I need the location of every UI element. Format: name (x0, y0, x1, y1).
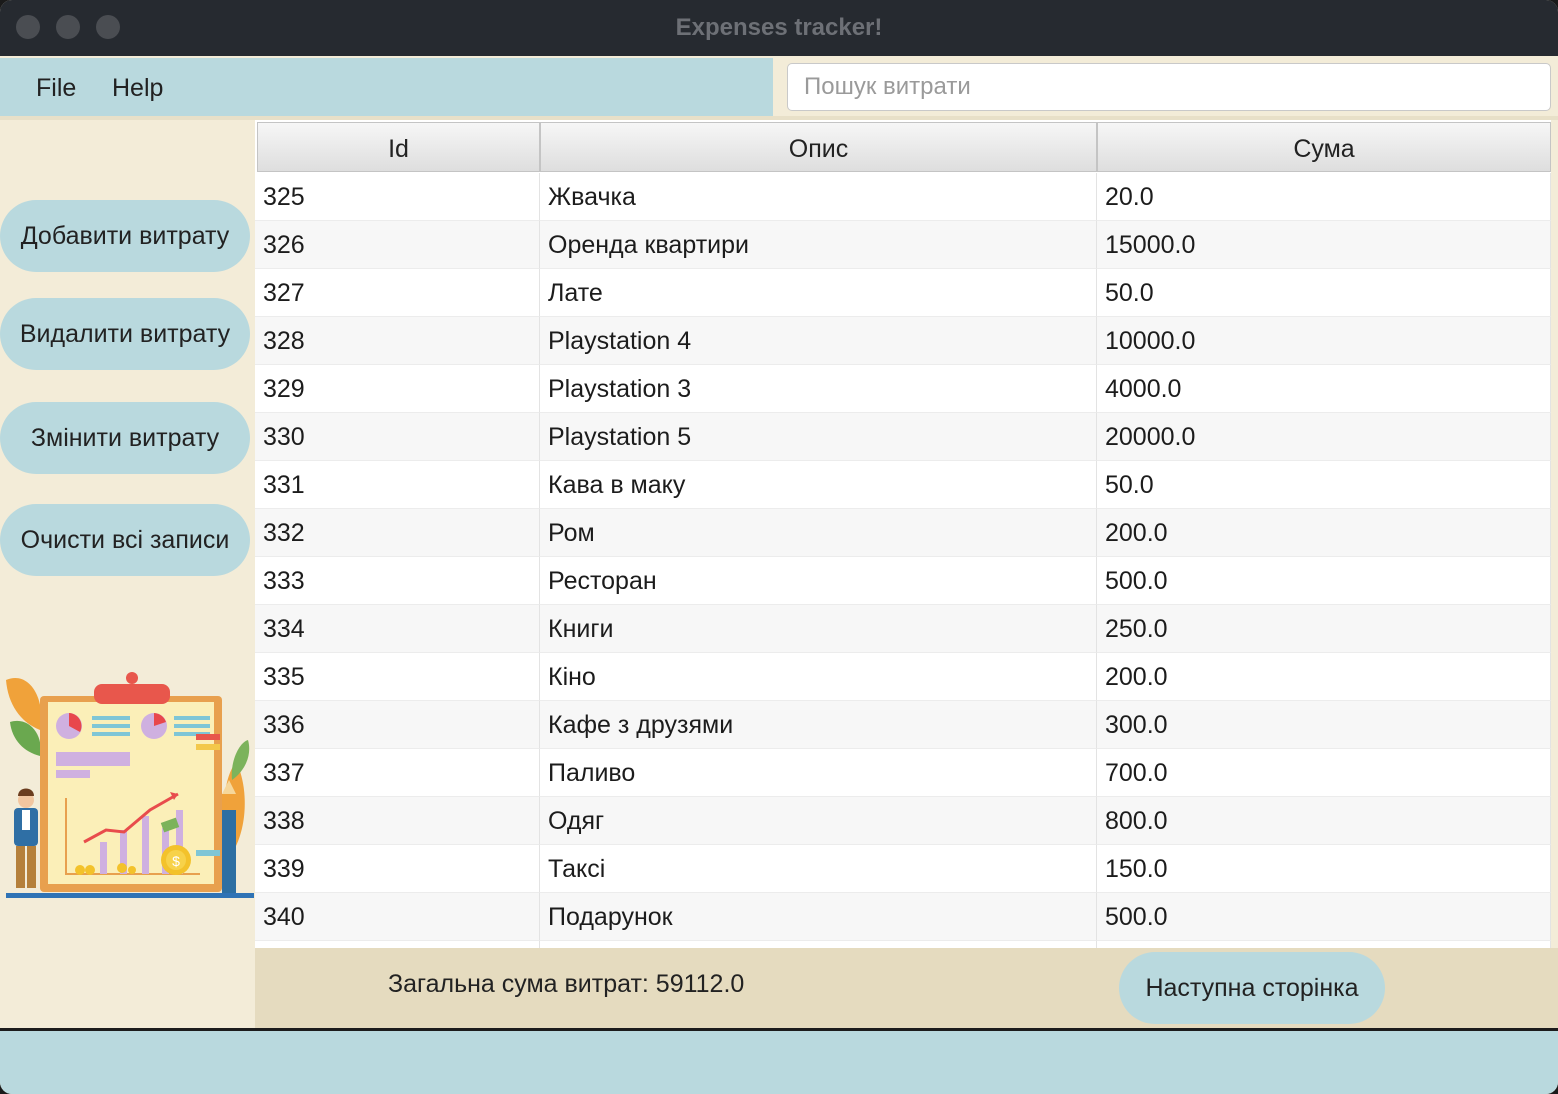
cell-id: 327 (255, 269, 540, 317)
table-row[interactable]: 337 Паливо 700.0 (255, 749, 1551, 797)
menu-bar: File Help (0, 58, 773, 116)
cell-amount: 300.0 (1097, 701, 1551, 749)
cell-id: 328 (255, 317, 540, 365)
cell-description: Кава в маку (540, 461, 1097, 509)
cell-id: 326 (255, 221, 540, 269)
cell-id: 333 (255, 557, 540, 605)
cell-amount: 4000.0 (1097, 365, 1551, 413)
cell-description: Жвачка (540, 173, 1097, 221)
menu-help[interactable]: Help (112, 58, 163, 116)
table-cell-empty (255, 941, 540, 948)
next-page-button[interactable]: Наступна сторінка (1119, 952, 1385, 1024)
cell-description: Playstation 3 (540, 365, 1097, 413)
cell-description: Кіно (540, 653, 1097, 701)
table-row[interactable]: 340 Подарунок 500.0 (255, 893, 1551, 941)
cell-amount: 150.0 (1097, 845, 1551, 893)
delete-expense-button[interactable]: Видалити витрату (0, 298, 250, 370)
cell-description: Книги (540, 605, 1097, 653)
svg-text:$: $ (172, 853, 180, 869)
cell-description: Ресторан (540, 557, 1097, 605)
footer: Загальна сума витрат: 59112.0 Наступна с… (255, 948, 1558, 1028)
cell-id: 340 (255, 893, 540, 941)
cell-id: 337 (255, 749, 540, 797)
table-header: Id Опис Сума (255, 120, 1551, 173)
cell-amount: 250.0 (1097, 605, 1551, 653)
status-bar (0, 1031, 1558, 1094)
cell-description: Паливо (540, 749, 1097, 797)
cell-amount: 15000.0 (1097, 221, 1551, 269)
cell-id: 334 (255, 605, 540, 653)
add-expense-button[interactable]: Добавити витрату (0, 200, 250, 272)
cell-amount: 20000.0 (1097, 413, 1551, 461)
cell-amount: 700.0 (1097, 749, 1551, 797)
cell-id: 335 (255, 653, 540, 701)
cell-description: Playstation 4 (540, 317, 1097, 365)
sidebar: Добавити витрату Видалити витрату Змінит… (0, 120, 255, 1028)
cell-amount: 50.0 (1097, 269, 1551, 317)
cell-amount: 200.0 (1097, 653, 1551, 701)
table-row[interactable]: 335 Кіно 200.0 (255, 653, 1551, 701)
cell-id: 336 (255, 701, 540, 749)
cell-amount: 20.0 (1097, 173, 1551, 221)
total-amount-label: Загальна сума витрат: 59112.0 (388, 970, 745, 998)
menu-file[interactable]: File (36, 58, 76, 116)
table-row[interactable]: 331 Кава в маку 50.0 (255, 461, 1551, 509)
search-input[interactable] (787, 63, 1551, 111)
cell-amount: 500.0 (1097, 557, 1551, 605)
cell-description: Одяг (540, 797, 1097, 845)
table-row[interactable]: 338 Одяг 800.0 (255, 797, 1551, 845)
table-row[interactable]: 332 Ром 200.0 (255, 509, 1551, 557)
cell-id: 329 (255, 365, 540, 413)
cell-description: Кафе з друзями (540, 701, 1097, 749)
table-row[interactable]: 325 Жвачка 20.0 (255, 173, 1551, 221)
app-window: Expenses tracker! File Help Добавити вит… (0, 0, 1558, 1094)
table-row[interactable]: 328 Playstation 4 10000.0 (255, 317, 1551, 365)
edit-expense-button[interactable]: Змінити витрату (0, 402, 250, 474)
table-row[interactable]: 327 Лате 50.0 (255, 269, 1551, 317)
table-row[interactable]: 333 Ресторан 500.0 (255, 557, 1551, 605)
finance-illustration: $ (6, 672, 254, 898)
cell-id: 330 (255, 413, 540, 461)
cell-id: 331 (255, 461, 540, 509)
search-area (776, 58, 1558, 116)
table-edge (1551, 120, 1558, 948)
table-row[interactable]: 339 Таксі 150.0 (255, 845, 1551, 893)
clip-icon (94, 684, 170, 704)
column-header-amount[interactable]: Сума (1097, 122, 1551, 172)
table-row[interactable]: 329 Playstation 3 4000.0 (255, 365, 1551, 413)
column-header-description[interactable]: Опис (540, 122, 1097, 172)
table-row[interactable]: 330 Playstation 5 20000.0 (255, 413, 1551, 461)
cell-description: Лате (540, 269, 1097, 317)
cell-amount: 50.0 (1097, 461, 1551, 509)
ground-line (6, 893, 254, 898)
table-row-empty (255, 941, 1551, 948)
cell-id: 338 (255, 797, 540, 845)
cell-amount: 500.0 (1097, 893, 1551, 941)
cell-description: Оренда квартири (540, 221, 1097, 269)
table-row[interactable]: 336 Кафе з друзями 300.0 (255, 701, 1551, 749)
table-cell-empty (1097, 941, 1551, 948)
expenses-table: Id Опис Сума 325 Жвачка 20.0 326 Оренда квар… (255, 120, 1551, 948)
cell-description: Подарунок (540, 893, 1097, 941)
cell-id: 325 (255, 173, 540, 221)
cell-id: 339 (255, 845, 540, 893)
cell-description: Ром (540, 509, 1097, 557)
clear-all-button[interactable]: Очисти всі записи (0, 504, 250, 576)
table-row[interactable]: 334 Книги 250.0 (255, 605, 1551, 653)
cell-amount: 200.0 (1097, 509, 1551, 557)
pencil-icon (222, 810, 236, 894)
title-bar: Expenses tracker! (0, 0, 1558, 56)
table-cell-empty (540, 941, 1097, 948)
cell-amount: 800.0 (1097, 797, 1551, 845)
window-title: Expenses tracker! (675, 14, 883, 41)
cell-amount: 10000.0 (1097, 317, 1551, 365)
table-row[interactable]: 326 Оренда квартири 15000.0 (255, 221, 1551, 269)
column-header-id[interactable]: Id (257, 122, 540, 172)
cell-description: Таксі (540, 845, 1097, 893)
cell-description: Playstation 5 (540, 413, 1097, 461)
cell-id: 332 (255, 509, 540, 557)
